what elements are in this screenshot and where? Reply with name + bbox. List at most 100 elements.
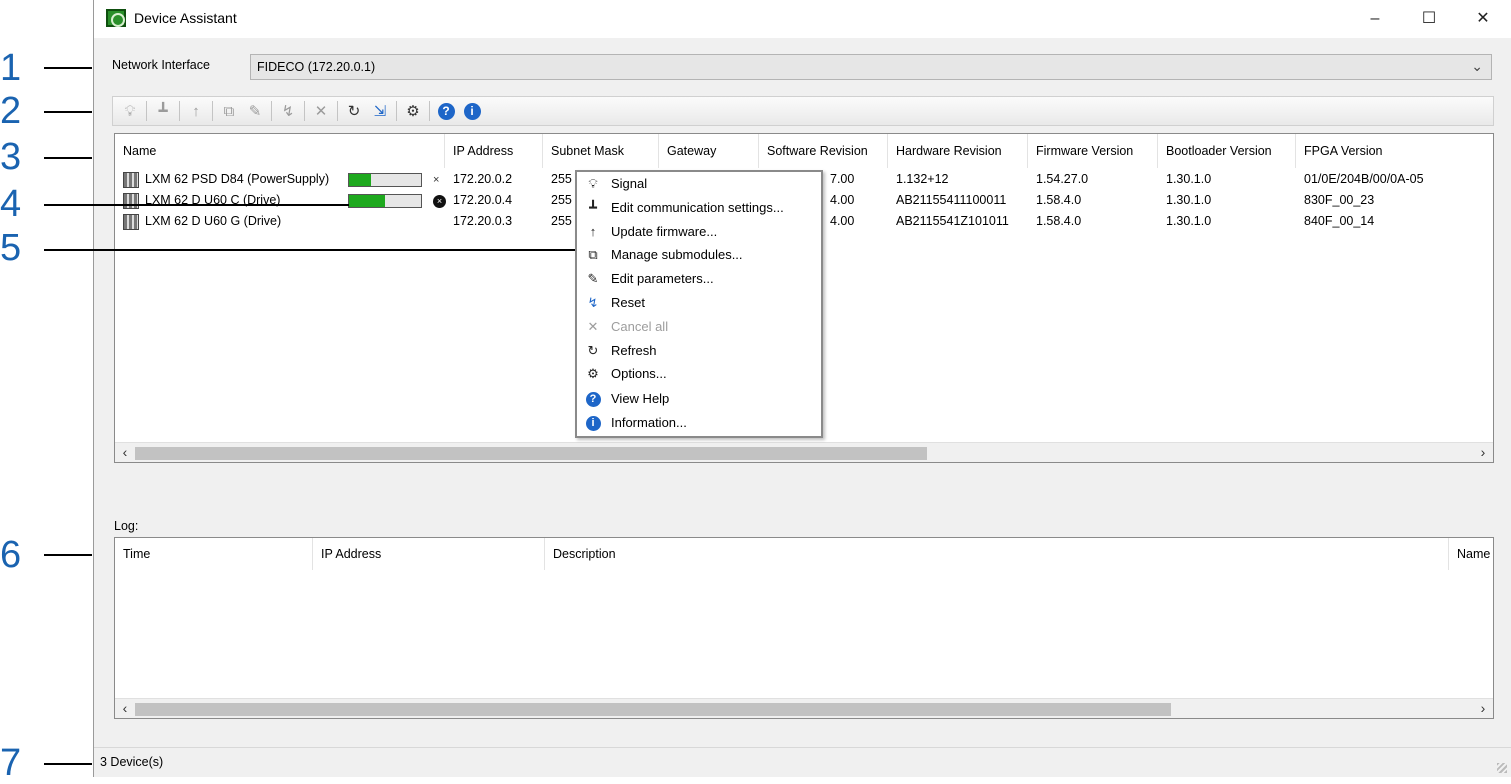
view-help-button[interactable]: ? [435, 100, 457, 122]
information-button[interactable]: i [461, 100, 483, 122]
column-header-time[interactable]: Time [115, 538, 313, 570]
context-menu-item-label: Edit parameters... [611, 271, 714, 286]
scroll-right-button[interactable]: › [1475, 444, 1491, 460]
maximize-button[interactable]: ☐ [1409, 6, 1449, 32]
toolbar-separator [304, 101, 305, 121]
manage-submodules-button[interactable]: ⧉ [218, 100, 240, 122]
device-fpga-version: 840F_00_14 [1304, 214, 1375, 228]
callout-line-1 [44, 67, 92, 69]
callout-2: 2 [0, 90, 22, 132]
gear-icon: ⚙ [406, 103, 420, 120]
toolbar-separator [396, 101, 397, 121]
context-menu-item-label: Information... [611, 415, 687, 430]
context-menu-item-label: Signal [611, 176, 648, 191]
callout-4: 4 [0, 183, 22, 225]
info-icon: i [585, 415, 601, 431]
remove-device-icon[interactable]: × [433, 174, 439, 186]
context-menu-item-information[interactable]: i Information... [577, 411, 821, 435]
network-icon: ┻ [158, 103, 168, 120]
resize-grip[interactable] [1497, 763, 1507, 773]
context-menu-item-label: Reset [611, 295, 645, 310]
network-interface-select[interactable]: FIDECO (172.20.0.1) ⌄ [250, 54, 1492, 80]
column-header-name[interactable]: Name [115, 134, 445, 168]
scroll-thumb[interactable] [135, 447, 927, 460]
refresh-button[interactable]: ↻ [343, 100, 365, 122]
help-icon: ? [437, 102, 455, 120]
toolbar-separator [146, 101, 147, 121]
context-menu-item-signal[interactable]: 💡︎ Signal [577, 172, 821, 196]
column-header-name[interactable]: Name [1449, 538, 1493, 570]
refresh-icon: ↻ [347, 103, 361, 120]
minimize-button[interactable]: – [1355, 6, 1395, 32]
help-icon: ? [585, 391, 601, 407]
context-menu-item-reset[interactable]: ↯ Reset [577, 291, 821, 315]
refresh-icon: ↻ [587, 343, 599, 358]
arrow-up-icon: ↑ [589, 224, 597, 239]
column-header-bootloader-version[interactable]: Bootloader Version [1158, 134, 1296, 168]
log-list[interactable]: Time IP Address Description Name ‹ › [114, 537, 1494, 719]
signal-progress-bar [348, 194, 422, 208]
update-firmware-button[interactable]: ↑ [185, 100, 207, 122]
column-header-subnet-mask[interactable]: Subnet Mask [543, 134, 659, 168]
progress-fill [349, 195, 385, 207]
lightbulb-icon: 💡︎ [588, 176, 598, 191]
scroll-left-button[interactable]: ‹ [117, 444, 133, 460]
device-software-revision: 4.00 [830, 214, 855, 228]
toolbar-separator [429, 101, 430, 121]
app-icon [106, 9, 126, 27]
reset-button[interactable]: ↯ [277, 100, 299, 122]
column-header-hardware-revision[interactable]: Hardware Revision [888, 134, 1028, 168]
context-menu-item-label: Manage submodules... [611, 247, 743, 262]
column-header-fpga-version[interactable]: FPGA Version [1296, 134, 1494, 168]
callout-line-4 [44, 204, 349, 206]
log-horizontal-scrollbar[interactable]: ‹ › [115, 698, 1493, 718]
device-firmware-version: 1.54.27.0 [1036, 172, 1089, 186]
toolbar-separator [212, 101, 213, 121]
title-bar[interactable]: Device Assistant – ☐ ✕ [94, 0, 1511, 38]
gear-icon: ⚙ [587, 366, 599, 381]
context-menu-item-edit-parameters[interactable]: ✎ Edit parameters... [577, 267, 821, 291]
callout-line-3 [44, 157, 92, 159]
column-header-description[interactable]: Description [545, 538, 1449, 570]
edit-communication-settings-button[interactable]: ┻ [152, 100, 174, 122]
scroll-thumb[interactable] [135, 703, 1171, 716]
cancel-all-button[interactable]: ✕ [310, 100, 332, 122]
column-header-software-revision[interactable]: Software Revision [759, 134, 888, 168]
device-list-horizontal-scrollbar[interactable]: ‹ › [115, 442, 1493, 462]
device-name: LXM 62 PSD D84 (PowerSupply) [145, 172, 330, 186]
close-button[interactable]: ✕ [1463, 6, 1503, 32]
device-fpga-version: 830F_00_23 [1304, 193, 1375, 207]
device-ip: 172.20.0.4 [453, 193, 513, 207]
remove-device-icon[interactable]: × [433, 195, 446, 208]
context-menu-item-edit-communication-settings[interactable]: ┻ Edit communication settings... [577, 196, 821, 220]
device-software-revision: 4.00 [830, 193, 855, 207]
export-button[interactable]: ⇲ [369, 100, 391, 122]
device-bootloader-version: 1.30.1.0 [1166, 214, 1212, 228]
column-header-ip-address[interactable]: IP Address [313, 538, 545, 570]
context-menu-item-update-firmware[interactable]: ↑ Update firmware... [577, 220, 821, 244]
context-menu-item-manage-submodules[interactable]: ⧉ Manage submodules... [577, 243, 821, 267]
signal-progress-bar [348, 173, 422, 187]
context-menu-item-view-help[interactable]: ? View Help [577, 387, 821, 411]
callout-6: 6 [0, 534, 22, 576]
network-interface-label: Network Interface [112, 58, 210, 72]
column-header-gateway[interactable]: Gateway [659, 134, 759, 168]
context-menu-item-options[interactable]: ⚙ Options... [577, 362, 821, 386]
device-count-status: 3 Device(s) [100, 755, 164, 769]
scroll-left-button[interactable]: ‹ [117, 700, 133, 716]
column-header-firmware-version[interactable]: Firmware Version [1028, 134, 1158, 168]
context-menu-item-cancel-all: ✕ Cancel all [577, 315, 821, 339]
context-menu-item-refresh[interactable]: ↻ Refresh [577, 339, 821, 363]
options-button[interactable]: ⚙ [402, 100, 424, 122]
edit-parameters-button[interactable]: ✎ [244, 100, 266, 122]
context-menu-item-label: Update firmware... [611, 224, 718, 239]
column-header-ip-address[interactable]: IP Address [445, 134, 543, 168]
signal-button[interactable]: 💡︎ [119, 100, 141, 122]
device-firmware-version: 1.58.4.0 [1036, 193, 1082, 207]
progress-fill [349, 174, 371, 186]
x-icon: ✕ [587, 319, 599, 334]
device-subnet: 255 [551, 193, 572, 207]
context-menu-item-label: Refresh [611, 343, 657, 358]
scroll-right-button[interactable]: › [1475, 700, 1491, 716]
device-subnet: 255 [551, 214, 572, 228]
